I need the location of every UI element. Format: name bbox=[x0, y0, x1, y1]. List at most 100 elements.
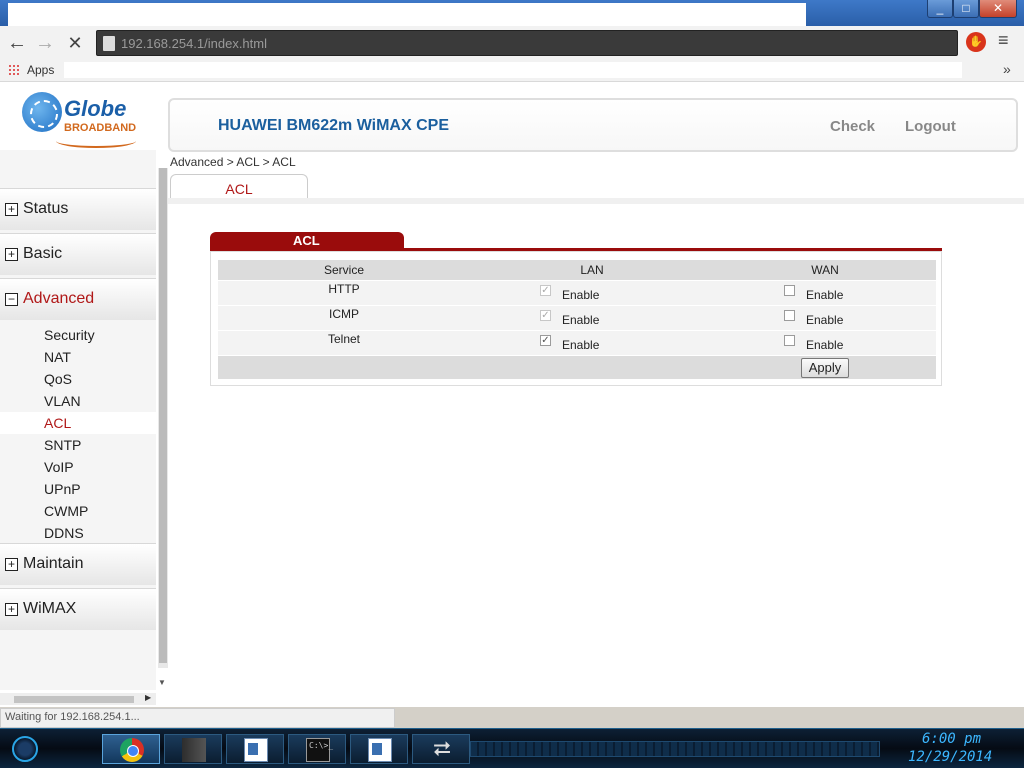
sidebar-subitem-label[interactable]: CWMP bbox=[44, 503, 88, 519]
service-cell: ICMP bbox=[218, 304, 470, 330]
lan-cell: ✓ Enable bbox=[470, 304, 714, 330]
wan-enable-checkbox[interactable] bbox=[784, 334, 795, 346]
maximize-window-button[interactable]: □ bbox=[953, 0, 979, 18]
stop-loading-icon[interactable]: ✕ bbox=[62, 30, 88, 56]
sidebar-subitem-cwmp[interactable]: CWMP bbox=[0, 500, 156, 522]
globe-broadband-logo: Globe BROADBAND bbox=[20, 90, 150, 150]
address-bar-url[interactable]: 192.168.254.1/index.html bbox=[121, 36, 267, 51]
scrollbar-thumb[interactable] bbox=[159, 168, 167, 663]
wan-enable-label: Enable bbox=[806, 337, 844, 352]
service-name: HTTP bbox=[328, 281, 360, 296]
command-prompt-icon: C:\>_ bbox=[306, 738, 333, 762]
acl-panel: Service LAN WAN HTTP ✓ Enable Enable ICM… bbox=[210, 251, 942, 386]
expand-plus-icon[interactable]: + bbox=[5, 248, 18, 261]
sidebar-subitem-label[interactable]: Security bbox=[44, 327, 95, 343]
taskbar-command-prompt-button[interactable]: C:\>_ bbox=[288, 734, 346, 764]
apps-bookmark[interactable]: Apps bbox=[27, 63, 54, 77]
sidebar-item-maintain[interactable]: + Maintain bbox=[0, 543, 156, 585]
bookmarks-list bbox=[64, 62, 962, 78]
collapse-minus-icon[interactable]: − bbox=[5, 293, 18, 306]
windows-taskbar: C:\>_ ⮂ 6:00 pm 12/29/2014 bbox=[0, 728, 1024, 768]
clock-date[interactable]: 12/29/2014 bbox=[908, 749, 992, 765]
wan-enable-checkbox[interactable] bbox=[784, 284, 795, 296]
scrollbar-thumb[interactable] bbox=[14, 696, 134, 703]
start-button-icon[interactable] bbox=[12, 736, 38, 762]
taskbar-document-button[interactable] bbox=[350, 734, 408, 764]
scroll-right-arrow-icon[interactable]: ▶ bbox=[145, 693, 151, 702]
sidebar-subitem-label[interactable]: UPnP bbox=[44, 481, 81, 497]
sidebar-item-label[interactable]: Status bbox=[23, 200, 68, 218]
sidebar-item-wimax[interactable]: + WiMAX bbox=[0, 588, 156, 630]
sidebar-subitem-label[interactable]: DDNS bbox=[44, 525, 84, 541]
sidebar-item-basic[interactable]: + Basic bbox=[0, 233, 156, 275]
scroll-down-arrow-icon[interactable]: ▼ bbox=[158, 678, 166, 687]
sidebar-subitem-security[interactable]: Security bbox=[0, 324, 156, 346]
logo-subtitle: BROADBAND bbox=[64, 122, 137, 134]
globe-icon bbox=[22, 92, 62, 132]
table-row: ICMP ✓ Enable Enable bbox=[218, 304, 936, 330]
taskbar-document-button[interactable] bbox=[226, 734, 284, 764]
sidebar-subitem-label[interactable]: NAT bbox=[44, 349, 71, 365]
service-name: Telnet bbox=[327, 331, 361, 346]
sidebar-item-label[interactable]: Maintain bbox=[23, 555, 83, 573]
service-name: ICMP bbox=[329, 306, 359, 321]
sidebar-subitem-voip[interactable]: VoIP bbox=[0, 456, 156, 478]
sidebar-subitem-sntp[interactable]: SNTP bbox=[0, 434, 156, 456]
expand-plus-icon[interactable]: + bbox=[5, 558, 18, 571]
lan-cell: ✓ Enable bbox=[470, 329, 714, 355]
sidebar-subitem-upnp[interactable]: UPnP bbox=[0, 478, 156, 500]
sidebar-item-label[interactable]: Advanced bbox=[23, 290, 94, 308]
document-icon bbox=[368, 738, 392, 762]
sidebar-subitem-label[interactable]: ACL bbox=[44, 415, 71, 431]
sidebar-item-status[interactable]: + Status bbox=[0, 188, 156, 230]
adblock-extension-icon[interactable]: ✋ bbox=[966, 32, 986, 52]
lan-cell: ✓ Enable bbox=[470, 279, 714, 305]
sidebar-item-label[interactable]: Basic bbox=[23, 245, 62, 263]
clock-time[interactable]: 6:00 pm bbox=[922, 731, 981, 747]
sidebar-subitem-acl[interactable]: ACL bbox=[0, 412, 156, 434]
taskbar-file-manager-button[interactable] bbox=[164, 734, 222, 764]
service-cell: HTTP bbox=[218, 279, 470, 305]
sidebar-subitem-label[interactable]: VoIP bbox=[44, 459, 74, 475]
sidebar-subitem-label[interactable]: SNTP bbox=[44, 437, 81, 453]
sidebar-subitem-qos[interactable]: QoS bbox=[0, 368, 156, 390]
browser-tab-strip[interactable] bbox=[8, 3, 806, 26]
more-bookmarks-icon[interactable]: » bbox=[1003, 61, 1011, 77]
expand-plus-icon[interactable]: + bbox=[5, 603, 18, 616]
wan-enable-checkbox[interactable] bbox=[784, 309, 795, 321]
taskbar-decoration bbox=[470, 741, 880, 757]
sidebar-subitem-vlan[interactable]: VLAN bbox=[0, 390, 156, 412]
sidebar-item-label[interactable]: WiMAX bbox=[23, 600, 76, 618]
sidebar-subitem-label[interactable]: QoS bbox=[44, 371, 72, 387]
sidebar-vertical-scrollbar[interactable] bbox=[158, 168, 168, 668]
sidebar-subitem-ddns[interactable]: DDNS bbox=[0, 522, 156, 544]
sidebar-item-advanced[interactable]: − Advanced bbox=[0, 278, 156, 320]
back-arrow-icon[interactable]: ← bbox=[4, 30, 30, 56]
apply-button[interactable]: Apply bbox=[801, 358, 849, 378]
expand-plus-icon[interactable]: + bbox=[5, 203, 18, 216]
sidebar-horizontal-scrollbar[interactable]: ▶ bbox=[0, 693, 156, 705]
apps-grid-icon[interactable] bbox=[8, 64, 20, 76]
check-link[interactable]: Check bbox=[830, 118, 875, 135]
wan-enable-label: Enable bbox=[806, 287, 844, 302]
lan-enable-label: Enable bbox=[562, 287, 600, 302]
address-bar[interactable]: 192.168.254.1/index.html ☆ bbox=[96, 30, 958, 56]
browser-status-bar: Waiting for 192.168.254.1... bbox=[0, 707, 1024, 728]
logout-link[interactable]: Logout bbox=[905, 118, 956, 135]
wan-cell: Enable bbox=[714, 279, 936, 305]
table-header-row: Service LAN WAN bbox=[218, 260, 936, 280]
sidebar-subitem-nat[interactable]: NAT bbox=[0, 346, 156, 368]
file-manager-icon bbox=[182, 738, 206, 762]
minimize-window-button[interactable]: _ bbox=[927, 0, 953, 18]
lan-enable-checkbox[interactable]: ✓ bbox=[540, 284, 551, 296]
lan-enable-checkbox[interactable]: ✓ bbox=[540, 334, 551, 346]
chrome-menu-icon[interactable]: ≡ bbox=[998, 30, 1009, 51]
sidebar-menu: + Status + Basic − Advanced Security NAT… bbox=[0, 150, 156, 690]
wan-cell: Enable bbox=[714, 329, 936, 355]
forward-arrow-icon[interactable]: → bbox=[32, 30, 58, 56]
sidebar-subitem-label[interactable]: VLAN bbox=[44, 393, 81, 409]
close-window-button[interactable]: ✕ bbox=[979, 0, 1017, 18]
taskbar-chrome-button[interactable] bbox=[102, 734, 160, 764]
lan-enable-checkbox[interactable]: ✓ bbox=[540, 309, 551, 321]
taskbar-switch-windows-button[interactable]: ⮂ bbox=[412, 734, 470, 764]
